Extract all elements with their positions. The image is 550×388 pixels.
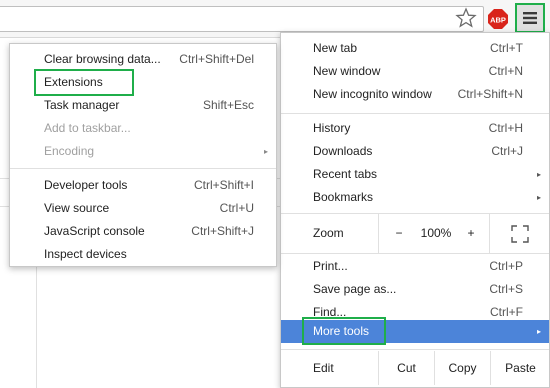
menu-item-shortcut: Ctrl+S <box>489 282 523 296</box>
menu-item-new-tab[interactable]: New tab Ctrl+T <box>281 37 549 60</box>
menu-item-label: New tab <box>313 41 358 55</box>
menu-item-shortcut: Ctrl+N <box>488 64 523 78</box>
paste-button[interactable]: Paste <box>490 351 550 385</box>
submenu-arrow-icon: ▸ <box>536 193 541 202</box>
submenu-item-label: Add to taskbar... <box>44 121 131 135</box>
menu-item-recent-tabs[interactable]: Recent tabs ▸ <box>281 163 549 186</box>
submenu-item-label: Clear browsing data... <box>44 52 161 66</box>
submenu-item-label: Inspect devices <box>44 247 127 261</box>
submenu-item-shortcut: Ctrl+U <box>219 201 254 215</box>
submenu-item-label: JavaScript console <box>44 224 145 238</box>
submenu-item-encoding: Encoding ▸ <box>10 140 276 163</box>
zoom-in-button[interactable]: + <box>454 213 488 253</box>
submenu-item-shortcut: Ctrl+Shift+Del <box>179 52 254 66</box>
submenu-item-shortcut: Shift+Esc <box>202 98 254 112</box>
menu-item-label: New incognito window <box>313 87 432 101</box>
zoom-row: Zoom − 100% + <box>281 213 549 253</box>
star-outline-icon[interactable] <box>455 7 477 29</box>
browser-window: ABP New tab Ctrl+T New window Ctrl+N New… <box>0 0 550 388</box>
chrome-menu-button[interactable] <box>515 3 545 33</box>
menu-item-save-page-as[interactable]: Save page as... Ctrl+S <box>281 278 549 301</box>
menu-item-label: Bookmarks <box>313 190 374 204</box>
menu-item-new-incognito-window[interactable]: New incognito window Ctrl+Shift+N <box>281 83 549 106</box>
menu-separator <box>281 349 549 350</box>
adblock-plus-icon[interactable]: ABP <box>487 8 509 30</box>
menu-item-shortcut: Ctrl+T <box>490 41 523 55</box>
submenu-item-view-source[interactable]: View source Ctrl+U <box>10 197 276 220</box>
submenu-item-shortcut: Ctrl+Shift+J <box>191 224 254 238</box>
more-tools-highlight-box <box>302 317 386 345</box>
hamburger-menu-icon <box>523 12 537 24</box>
chrome-main-menu: New tab Ctrl+T New window Ctrl+N New inc… <box>280 32 550 388</box>
submenu-item-label: Developer tools <box>44 178 128 192</box>
submenu-arrow-icon: ▸ <box>536 170 541 179</box>
paste-label: Paste <box>505 361 536 375</box>
zoom-label-cell: Zoom <box>281 213 377 253</box>
copy-label: Copy <box>448 361 477 375</box>
address-bar[interactable] <box>0 6 484 32</box>
menu-item-shortcut: Ctrl+Shift+N <box>457 87 523 101</box>
submenu-item-label: Task manager <box>44 98 120 112</box>
menu-separator <box>281 253 549 254</box>
submenu-arrow-icon: ▸ <box>536 327 541 336</box>
menu-item-shortcut: Ctrl+J <box>491 144 523 158</box>
menu-item-label: Print... <box>313 259 348 273</box>
menu-item-label: New window <box>313 64 381 78</box>
submenu-item-add-to-taskbar: Add to taskbar... <box>10 117 276 140</box>
zoom-level: 100% <box>419 213 453 253</box>
menu-item-label: Save page as... <box>313 282 397 296</box>
menu-item-label: Recent tabs <box>313 167 378 181</box>
submenu-item-clear-browsing-data[interactable]: Clear browsing data... Ctrl+Shift+Del <box>10 48 276 71</box>
cut-label: Cut <box>397 361 416 375</box>
edit-row: Edit Cut Copy Paste <box>281 351 549 385</box>
menu-item-print[interactable]: Print... Ctrl+P <box>281 255 549 278</box>
zoom-label: Zoom <box>313 226 344 240</box>
submenu-item-javascript-console[interactable]: JavaScript console Ctrl+Shift+J <box>10 220 276 243</box>
abp-label: ABP <box>490 16 506 25</box>
menu-item-history[interactable]: History Ctrl+H <box>281 117 549 140</box>
fullscreen-icon <box>511 225 529 243</box>
menu-item-shortcut: Ctrl+P <box>489 259 523 273</box>
zoom-out-icon: − <box>395 226 403 240</box>
menu-item-label: History <box>313 121 351 135</box>
fullscreen-button[interactable] <box>489 213 550 253</box>
menu-item-label: Downloads <box>313 144 373 158</box>
copy-button[interactable]: Copy <box>434 351 490 385</box>
menu-item-shortcut: Ctrl+H <box>488 121 523 135</box>
zoom-value: 100% <box>420 226 452 240</box>
submenu-item-developer-tools[interactable]: Developer tools Ctrl+Shift+I <box>10 174 276 197</box>
submenu-item-shortcut: Ctrl+Shift+I <box>193 178 254 192</box>
submenu-arrow-icon: ▸ <box>263 147 268 156</box>
zoom-in-icon: + <box>467 226 475 240</box>
zoom-out-button[interactable]: − <box>378 213 419 253</box>
menu-item-downloads[interactable]: Downloads Ctrl+J <box>281 140 549 163</box>
menu-item-bookmarks[interactable]: Bookmarks ▸ <box>281 186 549 209</box>
extensions-highlight-box <box>34 69 134 96</box>
submenu-item-task-manager[interactable]: Task manager Shift+Esc <box>10 94 276 117</box>
submenu-item-inspect-devices[interactable]: Inspect devices <box>10 243 276 266</box>
edit-label: Edit <box>313 361 334 375</box>
submenu-item-label: Encoding <box>44 144 95 158</box>
menu-item-new-window[interactable]: New window Ctrl+N <box>281 60 549 83</box>
cut-button[interactable]: Cut <box>378 351 434 385</box>
submenu-item-label: View source <box>44 201 110 215</box>
edit-label-cell: Edit <box>281 351 377 385</box>
more-tools-submenu: Clear browsing data... Ctrl+Shift+Del Ex… <box>9 43 277 267</box>
submenu-separator <box>10 168 276 169</box>
menu-separator <box>281 113 549 114</box>
